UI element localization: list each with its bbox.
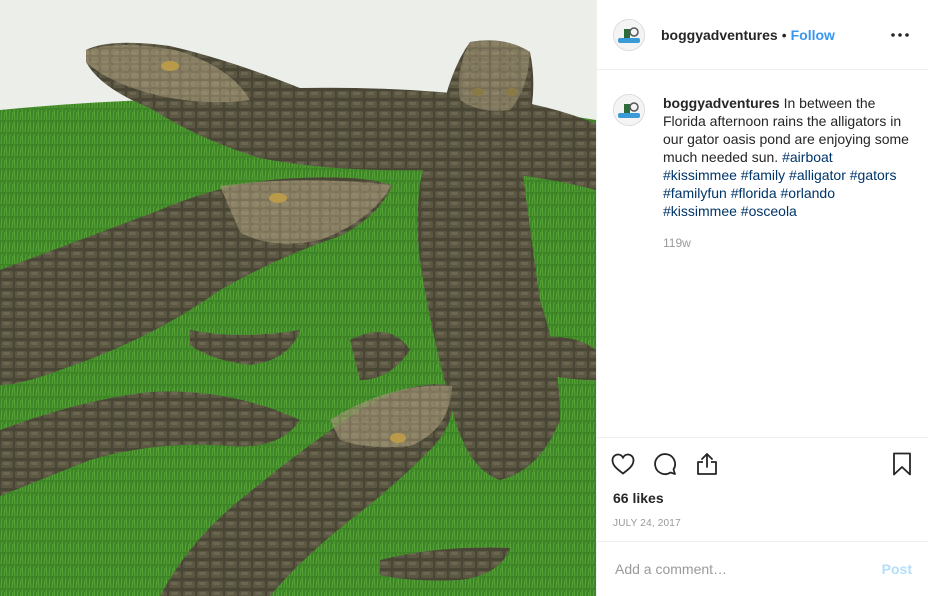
bookmark-icon[interactable] (890, 452, 914, 476)
caption-username[interactable]: boggyadventures (663, 95, 780, 111)
hashtag-link[interactable]: #kissimmee (663, 203, 737, 219)
heart-icon[interactable] (611, 452, 635, 476)
hashtag-link[interactable]: #familyfun (663, 185, 727, 201)
follow-button[interactable]: Follow (791, 27, 835, 43)
share-icon[interactable] (695, 452, 719, 476)
post-container: boggyadventures • Follow boggyadventures… (0, 0, 928, 596)
hashtag-link[interactable]: #orlando (781, 185, 836, 201)
airboat-avatar-image (614, 19, 644, 50)
alligators-photo (0, 0, 596, 596)
post-comment-button[interactable]: Post (882, 561, 912, 577)
hashtag-link[interactable]: #kissimmee (663, 167, 737, 183)
comments-area: boggyadventures In between the Florida a… (597, 70, 928, 437)
post-photo[interactable] (0, 0, 596, 596)
post-date[interactable]: JULY 24, 2017 (597, 513, 928, 541)
caption: boggyadventures In between the Florida a… (613, 94, 912, 252)
comment-input[interactable] (613, 560, 882, 578)
hashtag-link[interactable]: #airboat (782, 149, 833, 165)
avatar[interactable] (613, 18, 645, 51)
caption-avatar[interactable] (613, 94, 645, 126)
likes-count[interactable]: 66 likes (597, 489, 928, 513)
hashtag-link[interactable]: #gators (850, 167, 897, 183)
hashtag-link[interactable]: #florida (731, 185, 777, 201)
caption-time-ago[interactable]: 119w (663, 234, 909, 252)
add-comment-bar: Post (597, 541, 928, 596)
header-username[interactable]: boggyadventures (661, 27, 778, 43)
hashtag-link[interactable]: #family (741, 167, 785, 183)
hashtag-link[interactable]: #alligator (789, 167, 846, 183)
comment-icon[interactable] (653, 452, 677, 476)
post-header: boggyadventures • Follow (597, 0, 928, 70)
post-side-panel: boggyadventures • Follow boggyadventures… (596, 0, 928, 596)
caption-text-block: boggyadventures In between the Florida a… (663, 94, 909, 252)
hashtag-link[interactable]: #osceola (741, 203, 797, 219)
action-bar (597, 437, 928, 489)
ellipsis-icon[interactable] (888, 23, 912, 47)
header-separator: • (781, 26, 787, 43)
airboat-avatar-image (614, 95, 644, 125)
